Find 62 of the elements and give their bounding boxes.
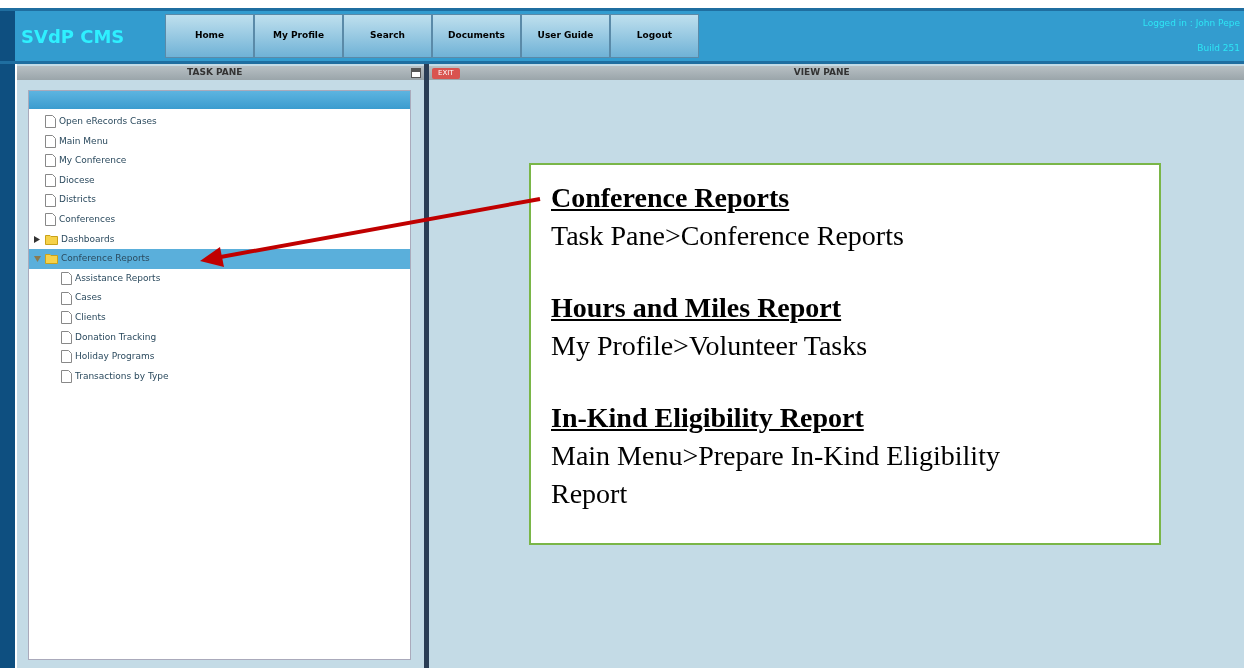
tree-item[interactable]: Diocese — [29, 170, 410, 191]
expand-caret-icon[interactable] — [34, 235, 42, 244]
tree-label: Open eRecords Cases — [59, 115, 157, 129]
nav-button[interactable]: My Profile — [254, 14, 343, 58]
tree-item[interactable]: Districts — [29, 190, 410, 210]
build-number: Build 251 — [1197, 42, 1240, 55]
navigation-path: Task Pane>Conference Reports — [551, 219, 905, 253]
tree-item[interactable]: Holiday Programs — [29, 347, 410, 367]
section-heading: Conference Reports — [551, 181, 790, 215]
navigation-path: Main Menu>Prepare In-Kind Eligibility Report — [551, 439, 1001, 511]
tree-label: Donation Tracking — [75, 330, 157, 344]
pane-title: VIEW PANE — [792, 66, 851, 80]
tree-label: My Conference — [59, 154, 127, 168]
tree-label: Holiday Programs — [75, 350, 155, 364]
document-icon — [45, 154, 56, 168]
tree-label: Cases — [75, 291, 102, 305]
document-icon — [61, 330, 72, 344]
document-icon — [61, 311, 72, 325]
document-icon — [45, 213, 56, 227]
logged-in-user: Logged in : John Pepe — [1142, 16, 1240, 30]
tree-item[interactable]: Donation Tracking — [29, 327, 410, 348]
minimize-icon[interactable] — [411, 68, 421, 78]
tree-label: Districts — [59, 193, 96, 207]
document-icon — [45, 115, 56, 129]
document-icon — [45, 174, 56, 188]
navigation-path: My Profile>Volunteer Tasks — [551, 329, 869, 363]
tree-item[interactable]: Assistance Reports — [29, 268, 410, 289]
document-icon — [45, 193, 56, 207]
section-heading: Hours and Miles Report — [551, 291, 842, 325]
tree-item[interactable]: Clients — [29, 307, 410, 328]
document-icon — [45, 134, 56, 148]
tree-item[interactable]: Open eRecords Cases — [29, 112, 410, 132]
tree-label: Diocese — [59, 173, 95, 187]
nav-button[interactable]: Search — [343, 14, 432, 58]
document-icon — [61, 291, 72, 305]
tree-item[interactable]: Transactions by Type — [29, 366, 410, 387]
document-icon — [61, 370, 72, 383]
folder-icon — [45, 233, 58, 245]
tree-item[interactable]: Conferences — [29, 209, 410, 230]
tree-label: Clients — [75, 311, 106, 324]
tree-folder[interactable]: Dashboards — [29, 229, 410, 250]
tree-label: Transactions by Type — [75, 369, 169, 383]
nav-button[interactable]: Home — [165, 14, 254, 58]
nav-button[interactable]: User Guide — [521, 14, 610, 58]
nav-button[interactable]: Documents — [432, 14, 521, 58]
app-logo: SVdP CMS — [20, 24, 126, 49]
tree-folder[interactable]: Conference Reports — [29, 249, 410, 269]
document-icon — [61, 350, 72, 364]
tree-item[interactable]: Cases — [29, 288, 410, 308]
tree-label: Dashboards — [61, 232, 115, 246]
tree-label: Main Menu — [59, 134, 109, 148]
side-strip — [0, 11, 15, 61]
section-heading: In-Kind Eligibility Report — [551, 401, 864, 435]
pane-title: TASK PANE — [187, 66, 243, 80]
nav-button[interactable]: Logout — [610, 14, 699, 58]
tree-item[interactable]: My Conference — [29, 151, 410, 171]
tree-label: Conference Reports — [61, 252, 150, 266]
tree-label: Assistance Reports — [75, 271, 161, 285]
tree-item[interactable]: Main Menu — [29, 131, 410, 152]
tree-label: Conferences — [59, 213, 116, 226]
document-icon — [61, 272, 72, 286]
folder-icon — [45, 253, 58, 265]
